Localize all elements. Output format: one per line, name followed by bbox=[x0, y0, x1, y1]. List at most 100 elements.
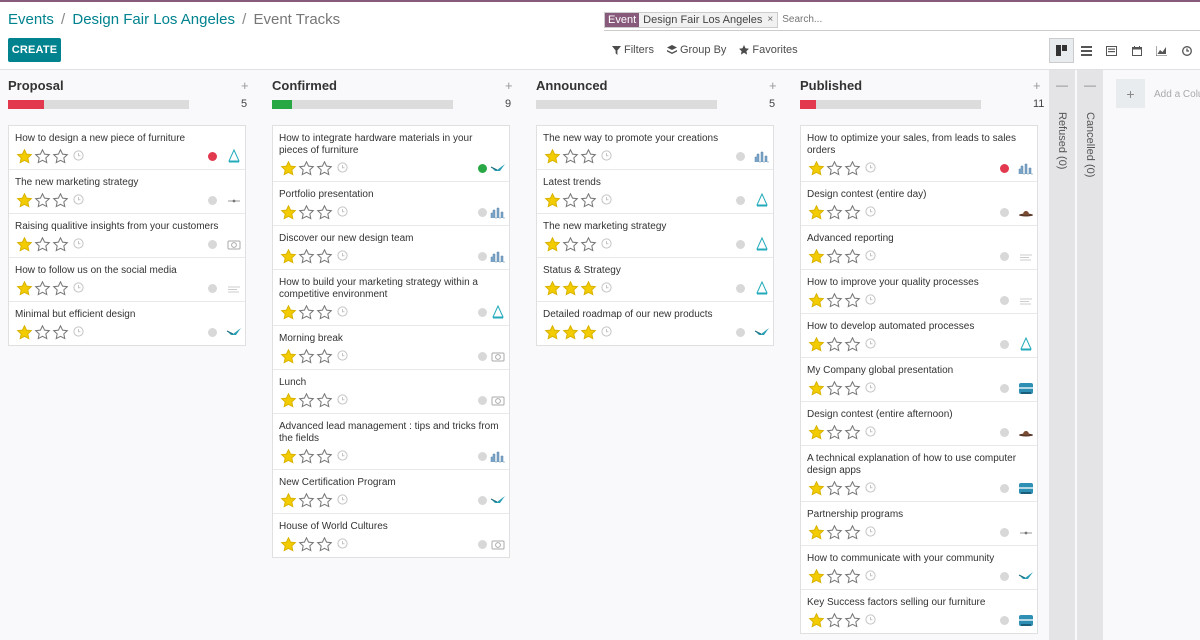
kanban-card[interactable]: Raising qualitive insights from your cus… bbox=[9, 214, 245, 258]
kanban-card[interactable]: Discover our new design team bbox=[273, 226, 509, 270]
kanban-card[interactable]: Portfolio presentation bbox=[273, 182, 509, 226]
add-card-icon[interactable]: + bbox=[769, 78, 777, 93]
star-empty-icon[interactable] bbox=[316, 537, 333, 552]
kanban-state-dot[interactable] bbox=[478, 252, 487, 261]
kanban-card[interactable]: How to follow us on the social media bbox=[9, 258, 245, 302]
kanban-state-dot[interactable] bbox=[478, 308, 487, 317]
folded-column-cancelled[interactable]: — Cancelled (0) bbox=[1077, 70, 1103, 640]
activity-clock-icon[interactable] bbox=[865, 614, 876, 625]
kanban-card[interactable]: Latest trends bbox=[537, 170, 773, 214]
activity-clock-icon[interactable] bbox=[865, 162, 876, 173]
star-empty-icon[interactable] bbox=[52, 193, 69, 208]
kanban-state-dot[interactable] bbox=[478, 208, 487, 217]
star-empty-icon[interactable] bbox=[562, 149, 579, 164]
activity-clock-icon[interactable] bbox=[865, 206, 876, 217]
star-filled-icon[interactable] bbox=[16, 325, 33, 340]
kanban-state-dot[interactable] bbox=[736, 284, 745, 293]
kanban-state-dot[interactable] bbox=[1000, 164, 1009, 173]
activity-clock-icon[interactable] bbox=[865, 482, 876, 493]
star-empty-icon[interactable] bbox=[316, 393, 333, 408]
breadcrumb-event[interactable]: Design Fair Los Angeles bbox=[72, 11, 235, 28]
activity-clock-icon[interactable] bbox=[865, 570, 876, 581]
star-empty-icon[interactable] bbox=[316, 493, 333, 508]
star-filled-icon[interactable] bbox=[16, 149, 33, 164]
star-empty-icon[interactable] bbox=[316, 449, 333, 464]
star-empty-icon[interactable] bbox=[844, 381, 861, 396]
kanban-card[interactable]: Lunch bbox=[273, 370, 509, 414]
activity-clock-icon[interactable] bbox=[73, 238, 84, 249]
activity-clock-icon[interactable] bbox=[865, 382, 876, 393]
star-filled-icon[interactable] bbox=[808, 425, 825, 440]
activity-clock-icon[interactable] bbox=[337, 538, 348, 549]
star-filled-icon[interactable] bbox=[808, 481, 825, 496]
star-empty-icon[interactable] bbox=[316, 205, 333, 220]
star-empty-icon[interactable] bbox=[580, 149, 597, 164]
kanban-state-dot[interactable] bbox=[1000, 384, 1009, 393]
kanban-card[interactable]: Advanced lead management : tips and tric… bbox=[273, 414, 509, 470]
kanban-card[interactable]: The new marketing strategy bbox=[537, 214, 773, 258]
star-empty-icon[interactable] bbox=[562, 193, 579, 208]
column-progress-bar[interactable] bbox=[536, 100, 717, 109]
star-empty-icon[interactable] bbox=[844, 569, 861, 584]
star-empty-icon[interactable] bbox=[580, 237, 597, 252]
activity-clock-icon[interactable] bbox=[865, 426, 876, 437]
kanban-state-dot[interactable] bbox=[736, 196, 745, 205]
kanban-card[interactable]: New Certification Program bbox=[273, 470, 509, 514]
star-filled-icon[interactable] bbox=[280, 249, 297, 264]
activity-clock-icon[interactable] bbox=[865, 526, 876, 537]
star-filled-icon[interactable] bbox=[16, 281, 33, 296]
star-empty-icon[interactable] bbox=[562, 237, 579, 252]
kanban-state-dot[interactable] bbox=[1000, 208, 1009, 217]
kanban-state-dot[interactable] bbox=[736, 328, 745, 337]
kanban-state-dot[interactable] bbox=[1000, 484, 1009, 493]
breadcrumb-events[interactable]: Events bbox=[8, 11, 54, 28]
kanban-state-dot[interactable] bbox=[208, 196, 217, 205]
activity-view-button[interactable] bbox=[1174, 38, 1199, 63]
kanban-card[interactable]: Status & Strategy bbox=[537, 258, 773, 302]
star-empty-icon[interactable] bbox=[844, 205, 861, 220]
star-filled-icon[interactable] bbox=[544, 149, 561, 164]
star-filled-icon[interactable] bbox=[580, 281, 597, 296]
star-filled-icon[interactable] bbox=[280, 393, 297, 408]
star-empty-icon[interactable] bbox=[316, 349, 333, 364]
create-button[interactable]: CREATE bbox=[8, 38, 61, 62]
activity-clock-icon[interactable] bbox=[601, 150, 612, 161]
star-empty-icon[interactable] bbox=[316, 249, 333, 264]
kanban-state-dot[interactable] bbox=[1000, 616, 1009, 625]
star-filled-icon[interactable] bbox=[808, 161, 825, 176]
kanban-card[interactable]: Key Success factors selling our furnitur… bbox=[801, 590, 1037, 633]
star-empty-icon[interactable] bbox=[52, 325, 69, 340]
star-filled-icon[interactable] bbox=[808, 381, 825, 396]
star-empty-icon[interactable] bbox=[826, 249, 843, 264]
kanban-state-dot[interactable] bbox=[478, 540, 487, 549]
star-filled-icon[interactable] bbox=[280, 161, 297, 176]
star-filled-icon[interactable] bbox=[808, 205, 825, 220]
star-empty-icon[interactable] bbox=[34, 281, 51, 296]
star-empty-icon[interactable] bbox=[826, 337, 843, 352]
star-empty-icon[interactable] bbox=[298, 161, 315, 176]
graph-view-button[interactable] bbox=[1149, 38, 1174, 63]
kanban-state-dot[interactable] bbox=[736, 152, 745, 161]
kanban-card[interactable]: Design contest (entire day) bbox=[801, 182, 1037, 226]
kanban-card[interactable]: How to optimize your sales, from leads t… bbox=[801, 126, 1037, 182]
star-filled-icon[interactable] bbox=[544, 193, 561, 208]
add-card-icon[interactable]: + bbox=[505, 78, 513, 93]
activity-clock-icon[interactable] bbox=[601, 326, 612, 337]
activity-clock-icon[interactable] bbox=[337, 450, 348, 461]
star-filled-icon[interactable] bbox=[280, 205, 297, 220]
star-empty-icon[interactable] bbox=[844, 425, 861, 440]
star-filled-icon[interactable] bbox=[544, 237, 561, 252]
star-empty-icon[interactable] bbox=[298, 349, 315, 364]
kanban-state-dot[interactable] bbox=[208, 240, 217, 249]
kanban-card[interactable]: How to integrate hardware materials in y… bbox=[273, 126, 509, 182]
group-by-button[interactable]: Group By bbox=[666, 44, 726, 56]
kanban-card[interactable]: House of World Cultures bbox=[273, 514, 509, 557]
kanban-card[interactable]: Minimal but efficient design bbox=[9, 302, 245, 345]
add-column-label[interactable]: Add a Column bbox=[1154, 89, 1200, 100]
activity-clock-icon[interactable] bbox=[73, 282, 84, 293]
star-empty-icon[interactable] bbox=[826, 205, 843, 220]
star-empty-icon[interactable] bbox=[298, 449, 315, 464]
star-filled-icon[interactable] bbox=[16, 193, 33, 208]
activity-clock-icon[interactable] bbox=[73, 194, 84, 205]
star-empty-icon[interactable] bbox=[826, 569, 843, 584]
